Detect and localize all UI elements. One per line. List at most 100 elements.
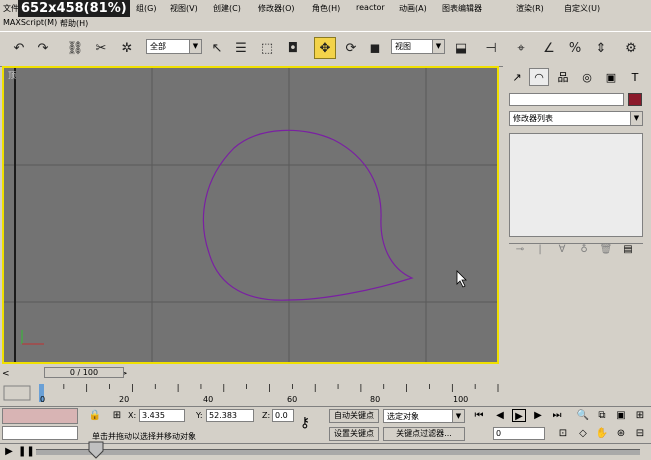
track-bar[interactable]: 0 20 40 60 80 100 [0,380,503,406]
menu-item-customize[interactable]: 自定义(U) [564,3,600,14]
remove-modifier-icon[interactable]: ♁ [577,243,591,256]
modifier-stack[interactable] [509,133,643,237]
previous-frame-icon[interactable]: ◀ [493,409,507,422]
rect-region-icon[interactable]: ⬚ [256,37,278,59]
menu-item-file[interactable]: 文件 [3,3,19,14]
select-icon[interactable]: ↖ [206,37,228,59]
teardrop-spline [202,129,414,301]
x-label: X: [128,411,137,420]
menu-item-group[interactable]: 组(G) [136,3,156,14]
show-end-result-icon[interactable]: | [533,243,547,256]
modify-tab-icon[interactable]: ◠ [529,68,549,86]
menu-item-character[interactable]: 角色(H) [312,3,340,14]
play-small-icon[interactable]: ▶ [2,445,16,458]
menu-item-modifiers[interactable]: 修改器(O) [258,3,295,14]
menu-item-rendering[interactable]: 渲染(R) [516,3,544,14]
scrub-handle[interactable] [88,441,104,459]
scrub-track[interactable] [36,449,640,455]
remove-modifier-trash-icon[interactable]: 🗑 [599,243,613,256]
snap-icon[interactable]: ⌖ [510,37,532,59]
main-toolbar: ↶ ↷ ⛓ ✂ ✲ 全部 ▼ ↖ ☰ ⬚ ◘ ✥ ⟳ ◼ 视图 ▼ ⬓ ⊣ ⌖ ∠ … [0,31,651,67]
menu-item-views[interactable]: 视图(V) [170,3,198,14]
z-coord-field[interactable]: 0.0 [272,409,294,422]
menu-item-maxscript[interactable]: MAXScript(M) [3,18,57,27]
select-move-icon[interactable]: ✥ [314,37,336,59]
menu-item-animation[interactable]: 动画(A) [399,3,427,14]
tick-label-60: 60 [287,395,297,404]
lock-selection-icon[interactable]: 🔒 [88,409,102,422]
spinner-snap-icon[interactable]: ⇕ [590,37,612,59]
menu-item-graph-editors[interactable]: 图表编辑器 [442,3,482,14]
top-viewport[interactable]: 顶 [2,66,499,364]
zoom-extents-all-icon[interactable]: ⊞ [633,409,647,422]
next-frame-icon[interactable]: ▶ [531,409,545,422]
field-of-view-icon[interactable]: ◇ [576,427,590,440]
make-unique-icon[interactable]: ∀ [555,243,569,256]
modifier-list-dropdown[interactable]: 修改器列表 ▼ [509,111,643,126]
maxscript-listener-white[interactable] [2,426,78,440]
track-bar-menu-icon [3,385,31,401]
go-to-end-icon[interactable]: ⏭ [550,409,564,422]
time-config-icon[interactable]: ⊡ [556,427,570,440]
zoom-extents-icon[interactable]: ▣ [614,409,628,422]
auto-key-button[interactable]: 自动关键点 [329,409,379,423]
render-icon[interactable]: ⚙ [620,37,642,59]
maxscript-listener-pink[interactable] [2,408,78,424]
axis-tripod [21,330,44,345]
reference-coord-dropdown[interactable]: 视图 ▼ [391,39,445,54]
zoom-icon[interactable]: 🔍 [576,409,590,422]
angle-snap-icon[interactable]: ∠ [538,37,560,59]
object-color-swatch[interactable] [628,93,642,106]
menu-bar-row2: MAXScript(M) 帮助(H) [0,17,651,31]
viewport-label[interactable]: 顶 [8,70,16,81]
mirror-icon[interactable]: ⊣ [480,37,502,59]
y-coord-field[interactable]: 52.383 [206,409,254,422]
undo-icon[interactable]: ↶ [8,37,30,59]
z-label: Z: [262,411,271,420]
set-key-button[interactable]: 设置关键点 [329,427,379,441]
go-to-start-icon[interactable]: ⏮ [472,409,486,422]
window-crossing-icon[interactable]: ◘ [282,37,304,59]
selection-filter-dropdown[interactable]: 全部 ▼ [146,39,202,54]
grid [4,68,497,362]
create-tab-icon[interactable]: ↗ [507,68,527,86]
motion-tab-icon[interactable]: ◎ [577,68,597,86]
current-frame-field[interactable]: 0 [493,427,545,440]
link-icon[interactable]: ⛓ [64,37,86,59]
play-icon[interactable]: ▶ [512,409,526,422]
time-slider[interactable]: 0 / 100 [44,367,124,378]
key-filters-button[interactable]: 关键点过滤器... [383,427,465,441]
key-mode-icon[interactable]: ⚷ [298,416,312,430]
zoom-all-icon[interactable]: ⧉ [595,409,609,422]
pan-icon[interactable]: ✋ [595,427,609,440]
menu-item-reactor[interactable]: reactor [356,3,385,12]
unlink-icon[interactable]: ✂ [90,37,112,59]
slider-prev-icon[interactable]: < [2,369,40,379]
object-name-field[interactable] [509,93,624,106]
hierarchy-tab-icon[interactable]: 品 [553,68,573,86]
select-scale-icon[interactable]: ◼ [364,37,386,59]
select-rotate-icon[interactable]: ⟳ [340,37,362,59]
menu-item-create[interactable]: 创建(C) [213,3,241,14]
chevron-down-icon: ▼ [630,112,642,125]
percent-snap-icon[interactable]: % [564,37,586,59]
configure-sets-icon[interactable]: ▤ [621,243,635,256]
x-coord-field[interactable]: 3.435 [139,409,185,422]
redo-icon[interactable]: ↷ [32,37,54,59]
pause-icon[interactable]: ❚❚ [18,445,35,458]
display-tab-icon[interactable]: ▣ [601,68,621,86]
maximize-viewport-icon[interactable]: ⊟ [633,427,647,440]
use-pivot-icon[interactable]: ⬓ [450,37,472,59]
tick-label-40: 40 [203,395,213,404]
pin-stack-icon[interactable]: ⊸ [513,243,527,256]
menu-item-help[interactable]: 帮助(H) [60,18,88,29]
selected-dropdown[interactable]: 选定对象 ▼ [383,409,465,423]
tick-label-0: 0 [40,395,45,404]
absolute-mode-icon[interactable]: ⊞ [110,409,124,422]
tick-label-100: 100 [453,395,468,404]
select-by-name-icon[interactable]: ☰ [230,37,252,59]
zoom-overlay-label: 652x458(81%) [18,0,130,17]
bind-space-warp-icon[interactable]: ✲ [116,37,138,59]
utilities-tab-icon[interactable]: T [625,68,645,86]
arc-rotate-icon[interactable]: ⊛ [614,427,628,440]
